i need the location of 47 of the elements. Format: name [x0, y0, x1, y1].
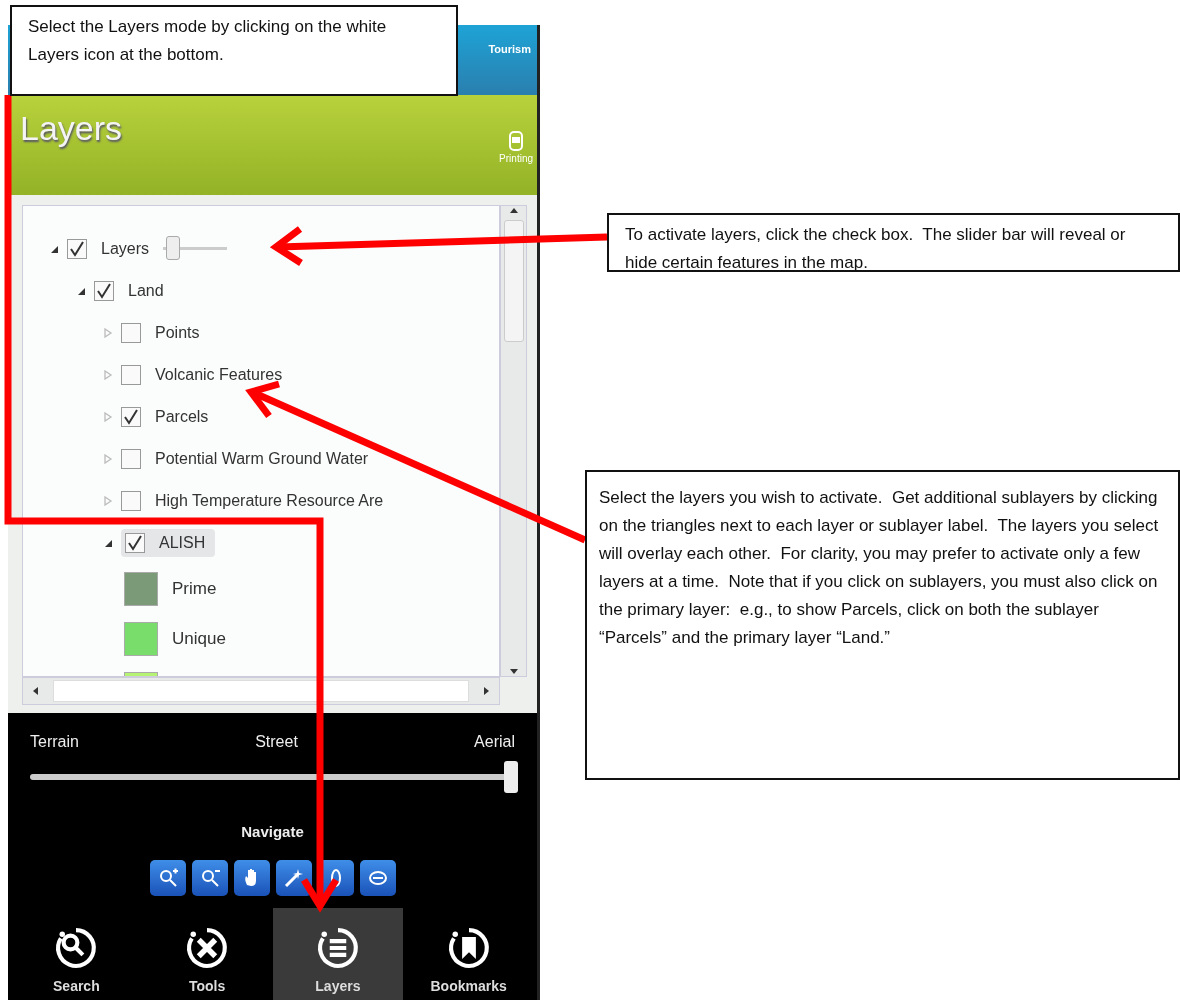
checkbox[interactable] — [121, 448, 141, 469]
scroll-down-arrow-icon[interactable] — [508, 667, 519, 676]
basemap-label: Street — [255, 733, 298, 751]
layer-label: Layers — [100, 238, 151, 259]
checkbox[interactable] — [67, 238, 87, 259]
map-tool-button[interactable] — [275, 860, 312, 896]
map-tool-button[interactable] — [191, 860, 228, 896]
callout-note: To activate layers, click the check box. The slider bar will reveal or hide certain features in the map. — [607, 213, 1180, 272]
bookmark-icon — [446, 926, 491, 970]
basemap-label: Aerial — [474, 733, 515, 751]
layer-label: Volcanic Features — [154, 364, 284, 385]
printer-icon — [508, 130, 525, 151]
checkbox[interactable] — [121, 322, 141, 343]
panel-title: Layers — [20, 108, 123, 149]
layer-label: Points — [154, 322, 201, 343]
navigate-title: Navigate — [240, 823, 305, 840]
checkbox[interactable] — [125, 532, 145, 553]
map-tool-button[interactable] — [149, 860, 186, 896]
app-title: Tourism — [488, 43, 531, 55]
vertical-scrollbar[interactable] — [500, 204, 527, 677]
layer-label: Land — [127, 280, 165, 301]
legend-label: Prime — [172, 578, 217, 599]
nav-tab[interactable]: Layers — [272, 908, 404, 1000]
checkbox[interactable] — [121, 490, 141, 511]
scrollbar-thumb[interactable] — [503, 219, 524, 342]
checkbox[interactable] — [121, 406, 141, 427]
tools-icon — [185, 926, 230, 970]
callout-note: Select the layers you wish to activate. Get additional sublayers by clicking on the triangles next to each layer or sublayer label. The layers you select will overlay each other. For clarity, you may prefer to activate only a few layers at a time. Note that if you click on sublayers, you must also click on the primary layer: e.g., to show Parcels, click on both the sublayer “Parcels” and the primary layer “Land.” — [585, 470, 1180, 780]
search-icon — [54, 926, 99, 970]
map-tool-button[interactable] — [359, 860, 396, 896]
legend-label: Unique — [172, 628, 226, 649]
layer-label: ALISH — [158, 532, 207, 553]
checkbox[interactable] — [121, 364, 141, 385]
layer-label: Potential Warm Ground Water — [154, 448, 370, 469]
map-tool-button[interactable] — [233, 860, 270, 896]
scroll-left-arrow-icon[interactable] — [31, 685, 39, 696]
layers-icon — [315, 926, 360, 970]
basemap-label: Terrain — [30, 733, 79, 751]
scrollbar-thumb[interactable] — [53, 679, 469, 702]
layer-label: Parcels — [154, 406, 210, 427]
callout-note: Select the Layers mode by clicking on the white Layers icon at the bottom. — [10, 5, 458, 96]
scroll-right-arrow-icon[interactable] — [483, 685, 491, 696]
selected-tree-item[interactable]: ALISH — [121, 528, 216, 557]
horizontal-scrollbar[interactable] — [22, 676, 500, 705]
layer-label: High Temperature Resource Are — [154, 490, 385, 511]
checkbox[interactable] — [94, 280, 114, 301]
opacity-slider[interactable] — [163, 235, 228, 262]
